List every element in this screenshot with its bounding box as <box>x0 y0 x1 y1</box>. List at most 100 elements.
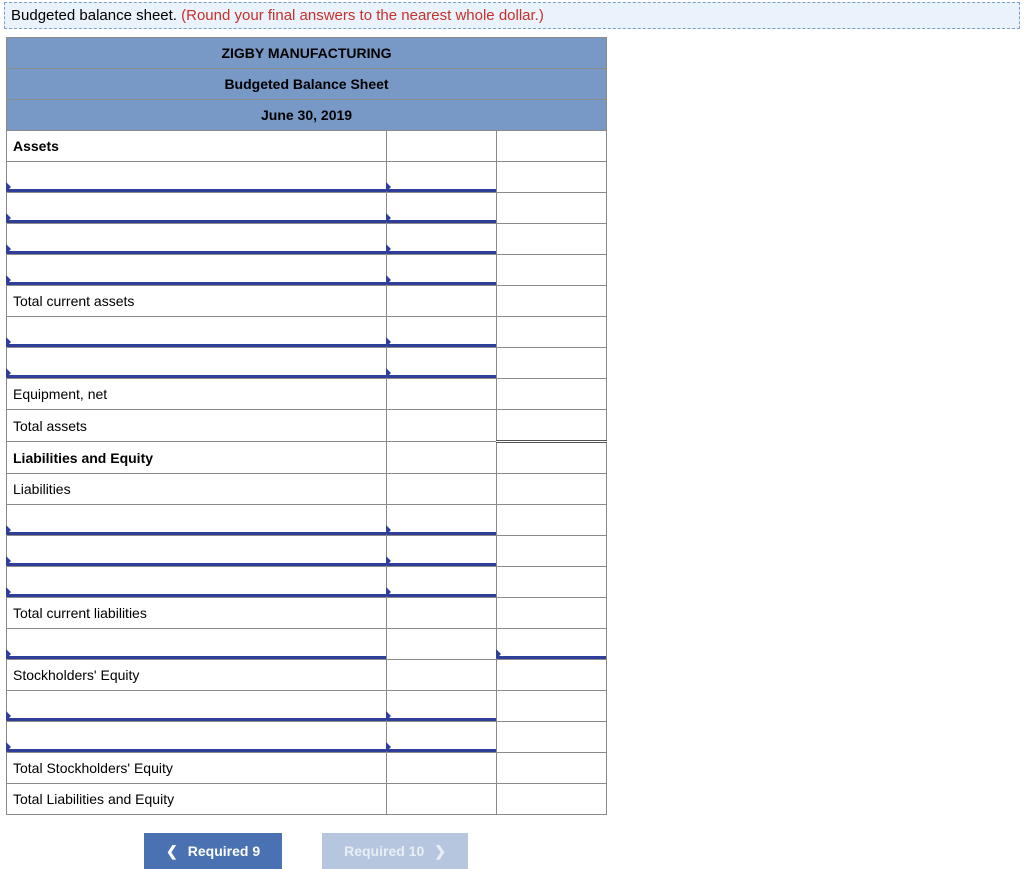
liab-amount-1[interactable] <box>387 505 497 536</box>
cell-blank <box>497 255 607 286</box>
cell-blank <box>497 505 607 536</box>
asset-name-select-1[interactable] <box>7 162 387 193</box>
label-assets: Assets <box>7 131 387 162</box>
asset-name-select-2[interactable] <box>7 193 387 224</box>
row-longliab-input-1 <box>7 629 607 660</box>
cell-blank <box>387 784 497 815</box>
liab-name-select-1[interactable] <box>7 505 387 536</box>
chevron-left-icon: ❮ <box>166 844 178 858</box>
cell-blank <box>497 348 607 379</box>
cell-blank <box>497 691 607 722</box>
next-button-label: Required 10 <box>344 843 424 859</box>
row-total-liab-equity: Total Liabilities and Equity <box>7 784 607 815</box>
equipment-net-value[interactable] <box>497 379 607 410</box>
cell-blank <box>497 722 607 753</box>
row-total-assets: Total assets <box>7 410 607 442</box>
row-stockholders-equity-heading: Stockholders' Equity <box>7 660 607 691</box>
row-asset-input-3 <box>7 224 607 255</box>
cell-blank <box>387 660 497 691</box>
longliab-amount-1[interactable] <box>497 629 607 660</box>
cell-blank <box>387 474 497 505</box>
prev-button-label: Required 9 <box>188 843 260 859</box>
equity-amount-1[interactable] <box>387 691 497 722</box>
row-asset-input-1 <box>7 162 607 193</box>
equity-amount-2[interactable] <box>387 722 497 753</box>
asset-amount-2[interactable] <box>387 193 497 224</box>
header-date: June 30, 2019 <box>7 100 607 131</box>
header-date-row: June 30, 2019 <box>7 100 607 131</box>
liab-name-select-3[interactable] <box>7 567 387 598</box>
label-total-current-liab: Total current liabilities <box>7 598 387 629</box>
cell-blank <box>387 410 497 442</box>
header-title: Budgeted Balance Sheet <box>7 69 607 100</box>
row-liab-input-3 <box>7 567 607 598</box>
header-title-row: Budgeted Balance Sheet <box>7 69 607 100</box>
cell-blank <box>387 629 497 660</box>
longterm-amount-1[interactable] <box>387 317 497 348</box>
asset-amount-3[interactable] <box>387 224 497 255</box>
asset-name-select-3[interactable] <box>7 224 387 255</box>
label-equipment-net: Equipment, net <box>7 379 387 410</box>
cell-blank <box>497 442 607 474</box>
label-liabilities: Liabilities <box>7 474 387 505</box>
label-total-stockholders-equity: Total Stockholders' Equity <box>7 753 387 784</box>
asset-amount-4[interactable] <box>387 255 497 286</box>
cell-blank <box>387 379 497 410</box>
longterm-amount-2[interactable] <box>387 348 497 379</box>
label-stockholders-equity: Stockholders' Equity <box>7 660 387 691</box>
total-assets-value[interactable] <box>497 410 607 442</box>
cell-blank <box>497 660 607 691</box>
cell-blank <box>387 286 497 317</box>
cell-blank <box>387 598 497 629</box>
prev-button[interactable]: ❮ Required 9 <box>144 833 282 869</box>
cell-blank <box>497 224 607 255</box>
cell-blank <box>387 442 497 474</box>
row-liab-input-2 <box>7 536 607 567</box>
row-longterm-input-2 <box>7 348 607 379</box>
asset-name-select-4[interactable] <box>7 255 387 286</box>
next-button: Required 10 ❯ <box>322 833 468 869</box>
total-stockholders-equity-value[interactable] <box>497 753 607 784</box>
longterm-name-select-2[interactable] <box>7 348 387 379</box>
liab-amount-3[interactable] <box>387 567 497 598</box>
row-asset-input-2 <box>7 193 607 224</box>
equity-name-select-2[interactable] <box>7 722 387 753</box>
cell-blank <box>497 193 607 224</box>
label-total-liab-equity: Total Liabilities and Equity <box>7 784 387 815</box>
row-liab-input-1 <box>7 505 607 536</box>
liab-name-select-2[interactable] <box>7 536 387 567</box>
total-liab-equity-value[interactable] <box>497 784 607 815</box>
row-longterm-input-1 <box>7 317 607 348</box>
cell-blank <box>497 567 607 598</box>
cell-blank <box>387 131 497 162</box>
row-asset-input-4 <box>7 255 607 286</box>
liab-amount-2[interactable] <box>387 536 497 567</box>
cell-blank <box>387 753 497 784</box>
header-company-row: ZIGBY MANUFACTURING <box>7 38 607 69</box>
label-liab-equity: Liabilities and Equity <box>7 442 387 474</box>
row-liab-equity-heading: Liabilities and Equity <box>7 442 607 474</box>
row-assets-heading: Assets <box>7 131 607 162</box>
header-company: ZIGBY MANUFACTURING <box>7 38 607 69</box>
longterm-name-select-1[interactable] <box>7 317 387 348</box>
chevron-right-icon: ❯ <box>434 844 446 858</box>
cell-blank <box>497 162 607 193</box>
row-liabilities-heading: Liabilities <box>7 474 607 505</box>
instruction-prefix: Budgeted balance sheet. <box>11 7 181 24</box>
cell-blank <box>497 474 607 505</box>
cell-blank <box>497 131 607 162</box>
row-total-stockholders-equity: Total Stockholders' Equity <box>7 753 607 784</box>
total-current-liab-value[interactable] <box>497 598 607 629</box>
asset-amount-1[interactable] <box>387 162 497 193</box>
nav-row: ❮ Required 9 Required 10 ❯ <box>6 833 606 869</box>
row-total-current-assets: Total current assets <box>7 286 607 317</box>
row-total-current-liab: Total current liabilities <box>7 598 607 629</box>
equity-name-select-1[interactable] <box>7 691 387 722</box>
row-equipment-net: Equipment, net <box>7 379 607 410</box>
instruction-hint: (Round your final answers to the nearest… <box>181 7 544 24</box>
cell-blank <box>497 536 607 567</box>
cell-blank <box>497 317 607 348</box>
total-current-assets-value[interactable] <box>497 286 607 317</box>
balance-sheet-table: ZIGBY MANUFACTURING Budgeted Balance She… <box>6 37 607 815</box>
longliab-name-select-1[interactable] <box>7 629 387 660</box>
